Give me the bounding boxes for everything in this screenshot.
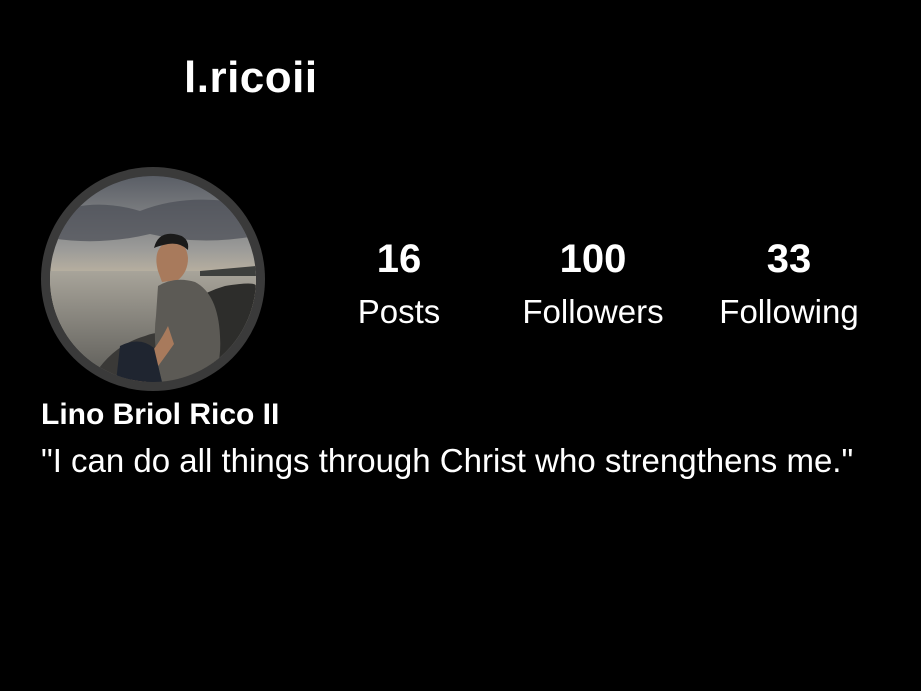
stat-following[interactable]: 33 Following [704,232,874,336]
profile-photo [50,176,256,382]
stat-followers[interactable]: 100 Followers [508,232,678,336]
following-label: Following [719,293,859,330]
posts-label: Posts [357,293,441,330]
profile-username: l.ricoii [184,53,318,102]
posts-count: 16 [376,237,422,281]
stat-posts[interactable]: 16 Posts [314,232,484,336]
followers-label: Followers [522,293,664,330]
avatar[interactable] [50,176,256,382]
profile-full-name: Lino Briol Rico II [41,398,280,431]
profile-bio: "I can do all things through Christ who … [41,442,854,479]
followers-count: 100 [559,237,627,281]
profile-stats: 16 Posts 100 Followers 33 Following [330,232,890,342]
avatar-ring[interactable] [41,167,265,391]
following-count: 33 [766,237,812,281]
